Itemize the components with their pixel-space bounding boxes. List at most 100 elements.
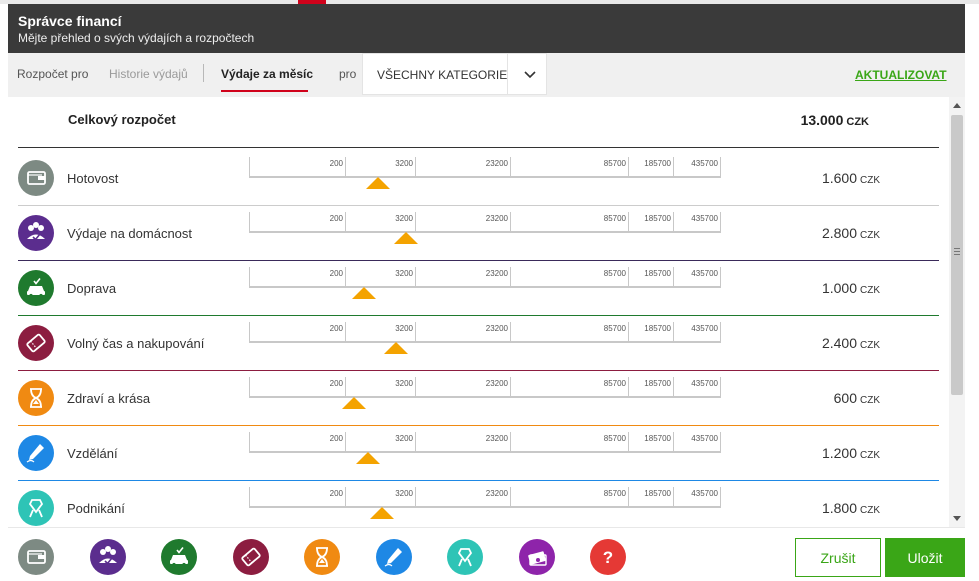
category-label: Vzdělání bbox=[67, 446, 118, 461]
slider-tick-label: 23200 bbox=[485, 269, 508, 278]
car-icon[interactable] bbox=[161, 539, 197, 575]
category-label: Volný čas a nakupování bbox=[67, 336, 205, 351]
slider-tick bbox=[510, 212, 511, 232]
car-icon bbox=[18, 270, 54, 306]
slider-tick bbox=[673, 377, 674, 397]
slider-tick bbox=[720, 432, 721, 452]
slider-tick-label: 3200 bbox=[395, 269, 413, 278]
app-subtitle: Mějte přehled o svých výdajích a rozpočt… bbox=[18, 31, 255, 45]
refresh-link[interactable]: AKTUALIZOVAT bbox=[855, 68, 947, 82]
slider-tick bbox=[628, 157, 629, 177]
slider-tick-label: 85700 bbox=[603, 324, 626, 333]
slider-tick bbox=[249, 212, 250, 232]
slider-tick-label: 185700 bbox=[644, 434, 671, 443]
slider-tick-label: 200 bbox=[329, 434, 343, 443]
slider-tick-label: 435700 bbox=[691, 159, 718, 168]
slider-track bbox=[249, 286, 721, 288]
slider-tick bbox=[673, 267, 674, 287]
slider-tick bbox=[345, 322, 346, 342]
budget-slider[interactable]: 200 3200 23200 85700 185700 435700 bbox=[249, 487, 721, 527]
tab-history[interactable]: Historie výdajů bbox=[109, 67, 188, 81]
total-budget-currency: CZK bbox=[846, 116, 869, 128]
slider-tick bbox=[345, 487, 346, 507]
slider-thumb[interactable] bbox=[342, 397, 367, 409]
vertical-scrollbar[interactable] bbox=[949, 97, 965, 527]
category-amount-value: 2.800 bbox=[821, 225, 857, 241]
slider-tick bbox=[249, 322, 250, 342]
category-label: Výdaje na domácnost bbox=[67, 226, 193, 241]
budget-slider[interactable]: 200 3200 23200 85700 185700 435700 bbox=[249, 377, 721, 419]
slider-tick bbox=[720, 267, 721, 287]
category-select-value: VŠECHNY KATEGORIE bbox=[377, 68, 508, 82]
ribbon-icon[interactable] bbox=[447, 539, 483, 575]
total-budget-value: 13.000 CZK bbox=[801, 112, 869, 128]
household-icon bbox=[18, 215, 54, 251]
slider-tick-label: 85700 bbox=[603, 269, 626, 278]
slider-tick-label: 185700 bbox=[644, 214, 671, 223]
slider-thumb[interactable] bbox=[393, 232, 418, 244]
grip-line bbox=[954, 248, 960, 249]
select-divider bbox=[507, 54, 508, 94]
slider-tick bbox=[249, 157, 250, 177]
slider-tick bbox=[345, 267, 346, 287]
pen-icon[interactable] bbox=[375, 539, 412, 575]
svg-text:?: ? bbox=[603, 548, 613, 567]
grip-line bbox=[954, 254, 960, 255]
slider-tick-label: 200 bbox=[329, 214, 343, 223]
wallet-icon[interactable] bbox=[18, 539, 54, 575]
category-label: Podnikání bbox=[67, 501, 125, 516]
slider-thumb[interactable] bbox=[356, 452, 381, 464]
category-select[interactable]: VŠECHNY KATEGORIE bbox=[362, 53, 547, 95]
slider-tick bbox=[720, 377, 721, 397]
category-row: Zdraví a krása 200 3200 23200 85700 185700 435… bbox=[18, 371, 939, 426]
question-icon[interactable]: ? bbox=[590, 539, 626, 575]
hourglass-icon[interactable] bbox=[304, 539, 340, 575]
total-budget-amount: 13.000 bbox=[800, 112, 844, 128]
scrollbar-thumb[interactable] bbox=[951, 115, 963, 395]
slider-tick bbox=[249, 487, 250, 507]
slider-tick bbox=[628, 487, 629, 507]
slider-tick bbox=[720, 212, 721, 232]
chevron-down-icon[interactable] bbox=[520, 64, 540, 84]
category-amount-currency: CZK bbox=[860, 340, 880, 351]
slider-tick-label: 435700 bbox=[691, 269, 718, 278]
category-row: Doprava 200 3200 23200 85700 185700 435700 1.00… bbox=[18, 261, 939, 316]
category-amount-value: 1.000 bbox=[821, 280, 857, 296]
slider-thumb[interactable] bbox=[365, 177, 390, 189]
slider-tick-label: 185700 bbox=[644, 269, 671, 278]
category-amount: 1.200 CZK bbox=[822, 445, 880, 461]
ticket-icon[interactable] bbox=[232, 539, 269, 575]
money-icon[interactable] bbox=[518, 539, 555, 575]
tab-budget[interactable]: Rozpočet pro bbox=[17, 67, 88, 81]
slider-thumb[interactable] bbox=[384, 342, 409, 354]
scroll-down-arrow-icon[interactable] bbox=[953, 516, 961, 521]
household-icon[interactable] bbox=[89, 539, 126, 575]
budget-slider[interactable]: 200 3200 23200 85700 185700 435700 bbox=[249, 267, 721, 309]
slider-tick bbox=[415, 432, 416, 452]
category-amount-currency: CZK bbox=[860, 285, 880, 296]
slider-tick-label: 200 bbox=[329, 159, 343, 168]
category-amount-value: 600 bbox=[833, 390, 857, 406]
category-amount: 2.800 CZK bbox=[822, 225, 880, 241]
budget-slider[interactable]: 200 3200 23200 85700 185700 435700 bbox=[249, 212, 721, 254]
category-row: Vzdělání 200 3200 23200 85700 185700 435700 1.2… bbox=[18, 426, 939, 481]
budget-slider[interactable]: 200 3200 23200 85700 185700 435700 bbox=[249, 322, 721, 364]
slider-thumb[interactable] bbox=[351, 287, 376, 299]
scroll-up-arrow-icon[interactable] bbox=[953, 103, 961, 108]
slider-tick bbox=[415, 322, 416, 342]
app-header: Správce financí Mějte přehled o svých vý… bbox=[8, 4, 965, 53]
budget-slider[interactable]: 200 3200 23200 85700 185700 435700 bbox=[249, 157, 721, 199]
slider-tick-label: 23200 bbox=[485, 214, 508, 223]
category-amount-value: 2.400 bbox=[821, 335, 857, 351]
slider-tick bbox=[415, 157, 416, 177]
slider-tick-label: 23200 bbox=[485, 159, 508, 168]
slider-tick-label: 3200 bbox=[395, 324, 413, 333]
cancel-button[interactable]: Zrušit bbox=[795, 538, 881, 577]
save-button[interactable]: Uložit bbox=[885, 538, 965, 577]
tab-monthly-expenses[interactable]: Výdaje za měsíc bbox=[221, 67, 313, 81]
budget-slider[interactable]: 200 3200 23200 85700 185700 435700 bbox=[249, 432, 721, 474]
slider-tick bbox=[673, 322, 674, 342]
slider-tick bbox=[673, 157, 674, 177]
slider-thumb[interactable] bbox=[370, 507, 395, 519]
category-row: Volný čas a nakupování 200 3200 23200 85700 1… bbox=[18, 316, 939, 371]
